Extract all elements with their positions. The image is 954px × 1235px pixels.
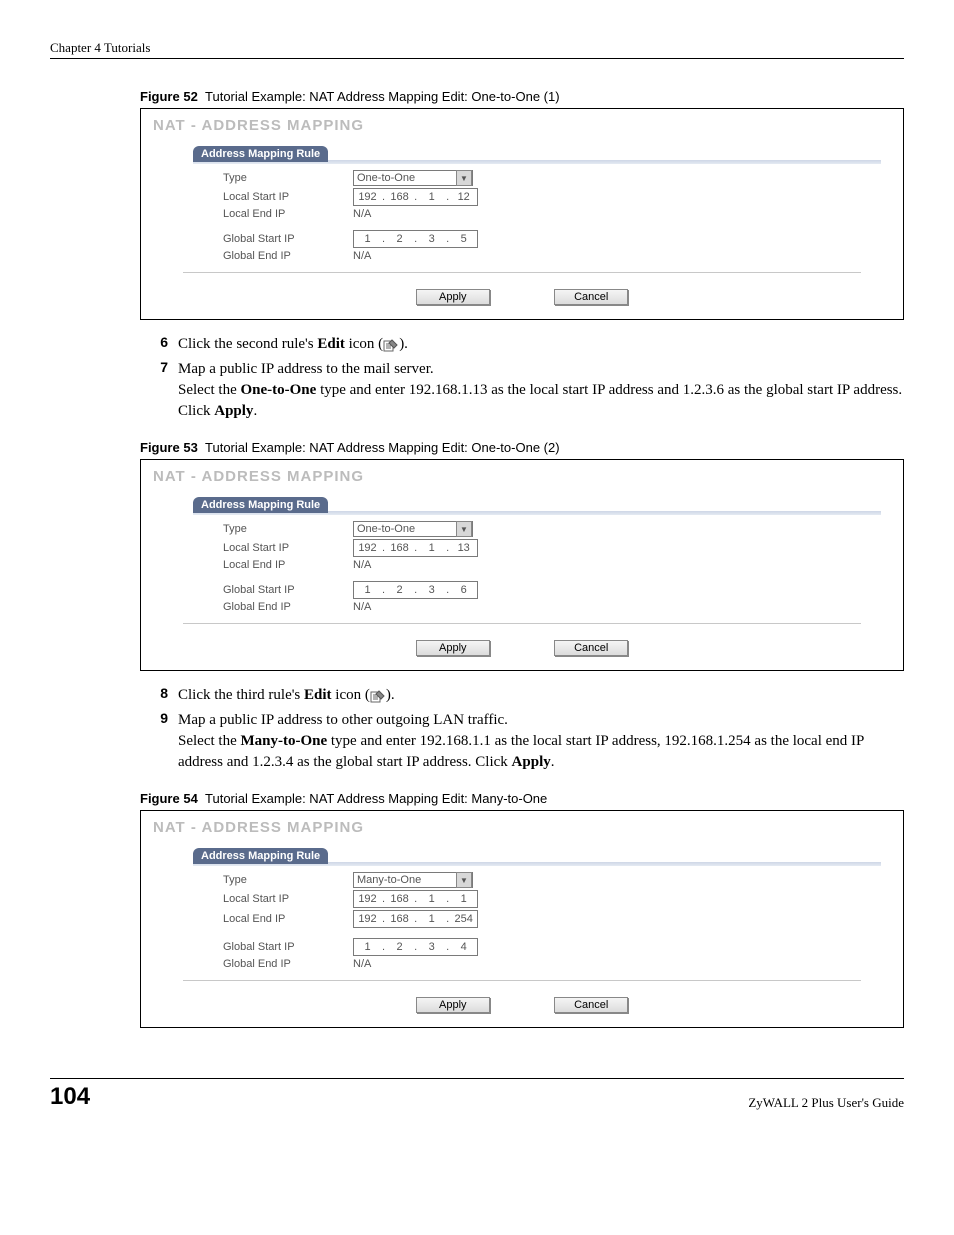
cancel-button[interactable]: Cancel bbox=[554, 997, 628, 1013]
section-header: Address Mapping Rule bbox=[193, 848, 328, 864]
figure-54-text: Tutorial Example: NAT Address Mapping Ed… bbox=[205, 791, 547, 806]
panel-divider bbox=[183, 272, 861, 273]
step-num-9: 9 bbox=[140, 710, 168, 773]
label-local-start: Local Start IP bbox=[223, 191, 353, 203]
edit-icon bbox=[370, 689, 386, 703]
figure-52-text: Tutorial Example: NAT Address Mapping Ed… bbox=[205, 89, 560, 104]
figure-52-caption: Figure 52 Tutorial Example: NAT Address … bbox=[140, 89, 904, 104]
figure-53-panel: NAT - ADDRESS MAPPING Address Mapping Ru… bbox=[140, 459, 904, 671]
label-type: Type bbox=[223, 523, 353, 535]
nat-title: NAT - ADDRESS MAPPING bbox=[153, 468, 891, 485]
form-53: Type One-to-One▼ Local Start IP 192. 168… bbox=[223, 521, 891, 613]
global-end-value: N/A bbox=[353, 958, 371, 970]
local-end-value: N/A bbox=[353, 208, 371, 220]
apply-button[interactable]: Apply bbox=[416, 640, 490, 656]
figure-52-num: Figure 52 bbox=[140, 89, 198, 104]
label-local-end: Local End IP bbox=[223, 559, 353, 571]
step-num-6: 6 bbox=[140, 334, 168, 355]
label-local-end: Local End IP bbox=[223, 208, 353, 220]
section-header: Address Mapping Rule bbox=[193, 146, 328, 162]
type-select[interactable]: One-to-One▼ bbox=[353, 170, 473, 186]
label-local-end: Local End IP bbox=[223, 913, 353, 925]
figure-52-panel: NAT - ADDRESS MAPPING Address Mapping Ru… bbox=[140, 108, 904, 320]
page-number: 104 bbox=[50, 1083, 90, 1111]
global-end-value: N/A bbox=[353, 250, 371, 262]
steps-8-9: 8 Click the third rule's Edit icon (). 9… bbox=[140, 685, 904, 773]
global-start-ip[interactable]: 1. 2. 3. 4 bbox=[353, 938, 478, 956]
guide-name: ZyWALL 2 Plus User's Guide bbox=[748, 1095, 904, 1111]
label-global-start: Global Start IP bbox=[223, 233, 353, 245]
local-end-value: N/A bbox=[353, 559, 371, 571]
label-global-end: Global End IP bbox=[223, 250, 353, 262]
nat-title: NAT - ADDRESS MAPPING bbox=[153, 117, 891, 134]
nat-title: NAT - ADDRESS MAPPING bbox=[153, 819, 891, 836]
chapter-header: Chapter 4 Tutorials bbox=[50, 40, 904, 59]
dropdown-icon: ▼ bbox=[456, 170, 472, 186]
global-start-ip[interactable]: 1. 2. 3. 5 bbox=[353, 230, 478, 248]
panel-divider bbox=[183, 623, 861, 624]
label-global-start: Global Start IP bbox=[223, 941, 353, 953]
figure-54-panel: NAT - ADDRESS MAPPING Address Mapping Ru… bbox=[140, 810, 904, 1028]
label-global-end: Global End IP bbox=[223, 958, 353, 970]
label-type: Type bbox=[223, 172, 353, 184]
type-select[interactable]: Many-to-One▼ bbox=[353, 872, 473, 888]
step-7-text: Map a public IP address to the mail serv… bbox=[178, 359, 904, 422]
figure-54-caption: Figure 54 Tutorial Example: NAT Address … bbox=[140, 791, 904, 806]
page-footer: 104 ZyWALL 2 Plus User's Guide bbox=[50, 1078, 904, 1111]
edit-icon bbox=[383, 338, 399, 352]
step-8-text: Click the third rule's Edit icon (). bbox=[178, 685, 395, 706]
steps-6-7: 6 Click the second rule's Edit icon (). … bbox=[140, 334, 904, 422]
step-9-text: Map a public IP address to other outgoin… bbox=[178, 710, 904, 773]
global-end-value: N/A bbox=[353, 601, 371, 613]
label-global-start: Global Start IP bbox=[223, 584, 353, 596]
label-global-end: Global End IP bbox=[223, 601, 353, 613]
step-num-7: 7 bbox=[140, 359, 168, 422]
apply-button[interactable]: Apply bbox=[416, 289, 490, 305]
local-end-ip[interactable]: 192. 168. 1. 254 bbox=[353, 910, 478, 928]
local-start-ip[interactable]: 192. 168. 1. 13 bbox=[353, 539, 478, 557]
label-type: Type bbox=[223, 874, 353, 886]
type-select[interactable]: One-to-One▼ bbox=[353, 521, 473, 537]
section-header: Address Mapping Rule bbox=[193, 497, 328, 513]
figure-53-text: Tutorial Example: NAT Address Mapping Ed… bbox=[205, 440, 560, 455]
panel-divider bbox=[183, 980, 861, 981]
label-local-start: Local Start IP bbox=[223, 893, 353, 905]
figure-53-num: Figure 53 bbox=[140, 440, 198, 455]
local-start-ip[interactable]: 192. 168. 1. 12 bbox=[353, 188, 478, 206]
figure-54-num: Figure 54 bbox=[140, 791, 198, 806]
cancel-button[interactable]: Cancel bbox=[554, 289, 628, 305]
local-start-ip[interactable]: 192. 168. 1. 1 bbox=[353, 890, 478, 908]
step-6-text: Click the second rule's Edit icon (). bbox=[178, 334, 408, 355]
dropdown-icon: ▼ bbox=[456, 872, 472, 888]
form-54: Type Many-to-One▼ Local Start IP 192. 16… bbox=[223, 872, 891, 970]
apply-button[interactable]: Apply bbox=[416, 997, 490, 1013]
global-start-ip[interactable]: 1. 2. 3. 6 bbox=[353, 581, 478, 599]
form-52: Type One-to-One▼ Local Start IP 192. 168… bbox=[223, 170, 891, 262]
cancel-button[interactable]: Cancel bbox=[554, 640, 628, 656]
step-num-8: 8 bbox=[140, 685, 168, 706]
figure-53-caption: Figure 53 Tutorial Example: NAT Address … bbox=[140, 440, 904, 455]
dropdown-icon: ▼ bbox=[456, 521, 472, 537]
label-local-start: Local Start IP bbox=[223, 542, 353, 554]
